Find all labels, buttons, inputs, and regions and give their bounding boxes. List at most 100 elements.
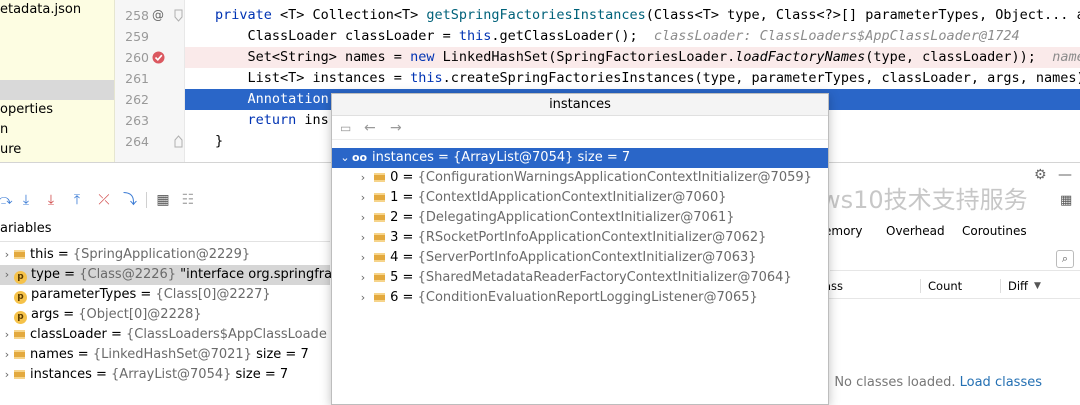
run-to-cursor-icon[interactable]: ⤵	[121, 188, 139, 212]
expand-arrow-icon[interactable]: ›	[0, 245, 14, 265]
annotation-marker-icon[interactable]: @	[152, 5, 164, 26]
method-name: getSpringFactoriesInstances	[426, 7, 646, 23]
field-icon	[14, 350, 25, 359]
popup-list-item[interactable]: › 2 = {DelegatingApplicationContextIniti…	[332, 208, 828, 228]
item-value: {SharedMetadataReaderFactoryContextIniti…	[417, 270, 792, 285]
popup-list-item[interactable]: › 0 = {ConfigurationWarningsApplicationC…	[332, 168, 828, 188]
variable-row[interactable]: › instances = {ArrayList@7054} size = 7	[0, 365, 330, 385]
expand-arrow-icon[interactable]: ›	[0, 265, 14, 285]
node-value: {ArrayList@7054}	[453, 150, 574, 165]
code-text: Annotation	[215, 91, 329, 107]
expand-arrow-icon[interactable]: ›	[356, 188, 370, 208]
variable-row-selected[interactable]: › p type = {Class@2226} "interface org.spr…	[0, 265, 332, 285]
line-number: 259	[125, 29, 149, 44]
column-count[interactable]: Count	[928, 273, 962, 299]
step-out-icon[interactable]: ⤒	[68, 188, 86, 212]
popup-tree: ⌄ oo instances = {ArrayList@7054} size = 7…	[332, 148, 828, 308]
field-icon	[14, 330, 25, 339]
field-icon	[374, 273, 386, 282]
popup-list-item[interactable]: › 5 = {SharedMetadataReaderFactoryContex…	[332, 268, 828, 288]
popup-root-node[interactable]: ⌄ oo instances = {ArrayList@7054} size = 7	[332, 148, 828, 168]
memory-tabs: emory Overhead Coroutines	[810, 220, 1080, 242]
node-name: instances	[372, 150, 434, 165]
code-line-261[interactable]: List<T> instances = this.createSpringFac…	[185, 68, 1080, 89]
memory-filter-input[interactable]: ⌕	[830, 247, 1080, 271]
tab-memory[interactable]: emory	[824, 220, 862, 242]
tree-item[interactable]: etadata.json	[0, 0, 81, 20]
fold-icon[interactable]	[174, 135, 183, 148]
variable-value: {LinkedHashSet@7021}	[92, 347, 252, 362]
item-value: {ContextIdApplicationContextInitializer@…	[417, 190, 727, 205]
expand-arrow-icon[interactable]: ›	[356, 168, 370, 188]
variable-name: this	[30, 247, 54, 262]
tab-coroutines[interactable]: Coroutines	[962, 220, 1027, 242]
popup-list-item[interactable]: › 6 = {ConditionEvaluationReportLoggingL…	[332, 288, 828, 308]
load-classes-link[interactable]: Load classes	[960, 375, 1042, 390]
variable-row[interactable]: › names = {LinkedHashSet@7021} size = 7	[0, 345, 330, 365]
popup-toolbar: ▭ ← →	[332, 116, 828, 140]
code-line-260[interactable]: Set<String> names = new LinkedHashSet(Sp…	[185, 47, 1080, 68]
code-text: .createSpringFactoriesInstances(type, pa…	[442, 70, 1080, 86]
tab-overhead[interactable]: Overhead	[886, 220, 945, 242]
item-value: {RSocketPortInfoApplicationContextInitia…	[417, 230, 767, 245]
trace-stream-icon[interactable]: ☷	[179, 188, 197, 212]
item-value: {ConfigurationWarningsApplicationContext…	[417, 170, 812, 185]
expand-arrow-icon[interactable]: ›	[0, 345, 14, 365]
folder-icon[interactable]: ▭	[340, 120, 351, 136]
keyword: new	[410, 49, 435, 65]
tree-item-selected[interactable]	[0, 80, 114, 100]
filter-search-icon[interactable]: ⌕	[1056, 250, 1074, 268]
step-over-icon[interactable]: ⤼	[0, 188, 14, 212]
fold-icon[interactable]	[174, 9, 183, 22]
tree-item[interactable]: ure	[0, 140, 21, 160]
popup-list-item[interactable]: › 3 = {RSocketPortInfoApplicationContext…	[332, 228, 828, 248]
item-index: 3	[390, 230, 399, 245]
breakpoint-icon[interactable]	[152, 51, 165, 64]
keyword: return	[215, 112, 297, 128]
variable-row[interactable]: p parameterTypes = {Class[0]@2227}	[0, 285, 330, 305]
column-divider	[1000, 279, 1001, 293]
tree-item[interactable]: n	[0, 120, 8, 140]
popup-list-item[interactable]: › 1 = {ContextIdApplicationContextInitia…	[332, 188, 828, 208]
popup-list-item[interactable]: › 4 = {ServerPortInfoApplicationContextI…	[332, 248, 828, 268]
expand-arrow-icon[interactable]: ›	[356, 268, 370, 288]
empty-state-text: No classes loaded.	[834, 375, 960, 390]
line-number: 260	[125, 50, 149, 65]
expand-arrow-icon[interactable]: ›	[356, 208, 370, 228]
drop-frame-icon[interactable]: ⤫	[95, 188, 113, 212]
variable-name: names	[30, 347, 74, 362]
force-step-into-icon[interactable]: ⤓	[42, 188, 60, 212]
code-line-259[interactable]: ClassLoader classLoader = this.getClassL…	[185, 26, 1080, 47]
node-extra: size = 7	[573, 150, 631, 165]
step-into-icon[interactable]: ⤓	[17, 188, 35, 212]
editor-gutter[interactable]: 258 259 260 261 262 263 264 @	[115, 0, 204, 162]
code-text: <T> Collection<T>	[271, 7, 427, 23]
variable-row[interactable]: p args = {Object[0]@2228}	[0, 305, 330, 325]
inline-debug-hint: name	[1052, 49, 1080, 65]
expand-arrow-icon[interactable]: ›	[356, 288, 370, 308]
variables-title: ariables	[0, 221, 52, 236]
variable-value: {Object[0]@2228}	[78, 307, 202, 322]
field-icon	[374, 293, 386, 302]
keyword: this	[458, 28, 492, 44]
column-diff[interactable]: Diff	[1008, 273, 1028, 299]
code-text: Set<String> names =	[215, 49, 411, 65]
forward-arrow-icon[interactable]: →	[390, 120, 402, 136]
variable-row[interactable]: › classLoader = {ClassLoaders$AppClassLoa…	[0, 325, 330, 345]
sort-down-icon[interactable]: ▼	[1034, 273, 1041, 299]
code-line-258[interactable]: private <T> Collection<T> getSpringFacto…	[185, 5, 1080, 26]
item-index: 6	[390, 290, 399, 305]
back-arrow-icon[interactable]: ←	[364, 120, 376, 136]
expand-arrow-icon[interactable]: ›	[356, 248, 370, 268]
expand-arrow-icon[interactable]: ›	[356, 228, 370, 248]
collapse-arrow-icon[interactable]: ⌄	[338, 148, 352, 168]
variable-row[interactable]: › this = {SpringApplication@2229}	[0, 245, 330, 265]
value-inspector-popup[interactable]: instances ▭ ← → ⌄ oo instances = {ArrayLis…	[331, 93, 829, 405]
expand-arrow-icon[interactable]: ›	[0, 325, 14, 345]
tree-item[interactable]: operties	[0, 100, 53, 120]
keyword: this	[410, 70, 443, 86]
line-number: 262	[125, 92, 149, 107]
evaluate-expression-icon[interactable]: ▦	[154, 188, 172, 212]
expand-arrow-icon[interactable]: ›	[0, 365, 14, 385]
line-number: 263	[125, 113, 149, 128]
